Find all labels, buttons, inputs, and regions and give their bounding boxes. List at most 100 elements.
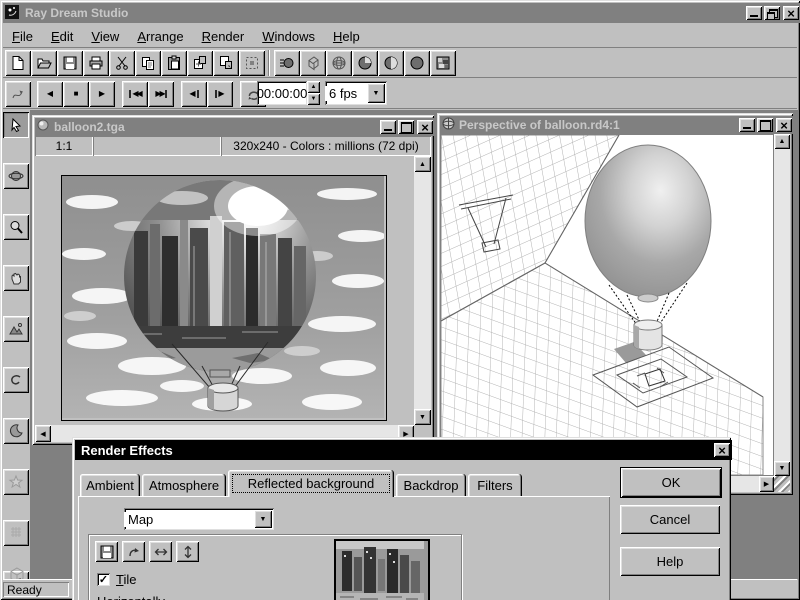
menu-arrange[interactable]: Arrange	[128, 26, 192, 47]
map-dropdown-button[interactable]: ▼	[254, 510, 272, 528]
image-maximize-button[interactable]	[398, 120, 414, 134]
flip-horizontal-button[interactable]	[149, 541, 172, 562]
image-window-body: ▲ ▼ ◀ ▶	[35, 156, 431, 442]
save-button[interactable]	[57, 50, 83, 76]
tab-ambient[interactable]: Ambient	[80, 474, 140, 496]
help-button[interactable]: Help	[620, 547, 720, 576]
perspective-close-button[interactable]: ×	[776, 118, 792, 132]
stop-button[interactable]: ■	[63, 81, 89, 107]
hand-tool[interactable]	[3, 265, 29, 291]
scroll-right-button[interactable]: ▶	[759, 476, 774, 492]
place-behind-button[interactable]	[187, 50, 213, 76]
scroll-down-button[interactable]: ▼	[774, 461, 790, 476]
grid-tool[interactable]	[3, 520, 29, 546]
flip-horizontal-icon	[154, 545, 168, 559]
terrain-tool[interactable]	[3, 316, 29, 342]
image-minimize-button[interactable]	[380, 120, 396, 134]
shaded-preview-button[interactable]	[352, 50, 378, 76]
flip-vertical-button[interactable]	[176, 541, 199, 562]
menu-file[interactable]: File	[3, 26, 42, 47]
star-tool[interactable]	[3, 469, 29, 495]
hand-icon	[8, 270, 24, 286]
crescent-preview-button[interactable]	[404, 50, 430, 76]
textured-preview-button[interactable]	[430, 50, 456, 76]
main-toolbar	[3, 48, 797, 78]
go-start-button[interactable]: ◀◀	[122, 81, 148, 107]
swirl-icon	[8, 372, 24, 388]
menu-windows[interactable]: Windows	[253, 26, 324, 47]
swirl-tool[interactable]	[3, 367, 29, 393]
scroll-down-button[interactable]: ▼	[414, 409, 431, 425]
close-button[interactable]: ×	[783, 6, 799, 20]
time-field[interactable]: 00:00:00	[257, 81, 307, 105]
orbit-tool[interactable]	[3, 163, 29, 189]
play-button[interactable]: ▶	[89, 81, 115, 107]
time-spin-up[interactable]: ▲	[307, 81, 320, 93]
cut-button[interactable]	[109, 50, 135, 76]
paste-button[interactable]	[161, 50, 187, 76]
tab-reflected-background[interactable]: Reflected background	[228, 470, 394, 497]
tile-checkbox[interactable]: ✓	[97, 573, 110, 586]
dialog-titlebar[interactable]: Render Effects ×	[75, 440, 732, 460]
rendered-image[interactable]	[61, 175, 387, 421]
tab-backdrop[interactable]: Backdrop	[396, 474, 466, 496]
tab-atmosphere[interactable]: Atmosphere	[142, 474, 226, 496]
resize-grip[interactable]	[774, 476, 790, 492]
menu-edit[interactable]: Edit	[42, 26, 82, 47]
duplicate-button[interactable]	[213, 50, 239, 76]
time-spin-down[interactable]: ▼	[307, 93, 320, 105]
perspective-canvas[interactable]	[440, 134, 774, 476]
image-vscrollbar: ▲ ▼	[414, 156, 431, 425]
menu-help[interactable]: Help	[324, 26, 369, 47]
perspective-maximize-button[interactable]	[757, 118, 773, 132]
image-close-button[interactable]: ×	[417, 120, 433, 134]
new-button[interactable]	[5, 50, 31, 76]
scroll-left-button[interactable]: ◀	[35, 425, 51, 442]
frame-back-button[interactable]: ◀	[181, 81, 207, 107]
dialog-close-button[interactable]: ×	[714, 443, 730, 457]
menu-render[interactable]: Render	[193, 26, 254, 47]
go-start-icon: ◀◀	[132, 89, 140, 98]
fps-dropdown-button[interactable]: ▼	[367, 83, 385, 103]
selection-marquee-button[interactable]	[239, 50, 265, 76]
scroll-up-button[interactable]: ▲	[774, 134, 790, 149]
minimize-button[interactable]	[746, 6, 762, 20]
save-icon	[62, 55, 78, 71]
go-end-button[interactable]: ▶▶	[148, 81, 174, 107]
save-map-button[interactable]	[95, 541, 118, 562]
pointer-tool[interactable]	[3, 112, 29, 138]
cancel-button[interactable]: Cancel	[620, 505, 720, 534]
zoom-tool[interactable]	[3, 214, 29, 240]
play-icon: ▶	[99, 89, 105, 98]
globe-preview-button[interactable]	[326, 50, 352, 76]
scroll-track[interactable]	[414, 172, 431, 409]
fps-select[interactable]: 6 fps ▼	[325, 81, 387, 105]
frame-forward-button[interactable]: ▶	[207, 81, 233, 107]
print-button[interactable]	[83, 50, 109, 76]
menu-view[interactable]: View	[82, 26, 128, 47]
main-titlebar[interactable]: Ray Dream Studio ×	[3, 3, 800, 23]
scroll-up-button[interactable]: ▲	[414, 156, 431, 172]
rotate-map-button[interactable]	[122, 541, 145, 562]
perspective-titlebar[interactable]: Perspective of balloon.rd4:1 ×	[440, 116, 794, 134]
rotate-object-tool[interactable]	[3, 418, 29, 444]
image-window-titlebar[interactable]: balloon2.tga ×	[35, 118, 435, 136]
tile-option[interactable]: ✓ Tile	[97, 572, 136, 587]
image-window-title: balloon2.tga	[54, 120, 380, 134]
halfshaded-preview-button[interactable]	[378, 50, 404, 76]
close-icon: ×	[780, 119, 788, 132]
image-info: 320x240 - Colors : millions (72 dpi)	[221, 136, 431, 156]
copy-button[interactable]	[135, 50, 161, 76]
ok-button[interactable]: OK	[620, 467, 722, 498]
map-thumbnail[interactable]	[334, 539, 430, 600]
play-reverse-button[interactable]: ◀	[37, 81, 63, 107]
scroll-track[interactable]	[774, 149, 790, 461]
open-button[interactable]	[31, 50, 57, 76]
perspective-minimize-button[interactable]	[739, 118, 755, 132]
wireframe-preview-button[interactable]	[300, 50, 326, 76]
tab-filters[interactable]: Filters	[468, 474, 522, 496]
map-select[interactable]: Map ▼	[124, 508, 274, 530]
restore-button[interactable]	[764, 6, 780, 20]
better-preview-button[interactable]	[274, 50, 300, 76]
spline-button[interactable]	[5, 81, 31, 107]
